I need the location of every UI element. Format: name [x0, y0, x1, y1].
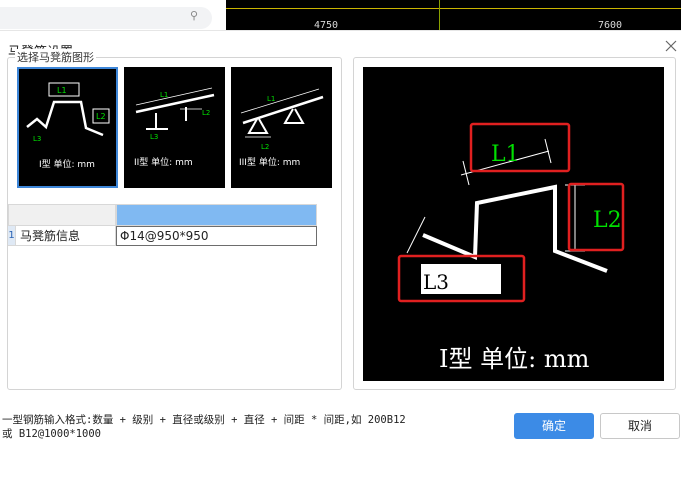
dim-label-l1: L1: [57, 86, 67, 95]
shape-option-type-2[interactable]: L1 L2 L3 II型 单位: mm: [124, 67, 225, 188]
cancel-button[interactable]: 取消: [600, 413, 680, 439]
dim-label-l2: L2: [261, 143, 269, 151]
dim-label-l1: L1: [267, 95, 275, 103]
shape-caption: I型 单位: mm: [39, 158, 95, 170]
dim-label-l2: L2: [202, 109, 210, 117]
close-icon[interactable]: [664, 39, 678, 53]
cad-line: [439, 0, 440, 30]
stirrup-info-input[interactable]: Φ14@950*950: [116, 226, 317, 246]
type-2-drawing: L1 L2 L3 II型 单位: mm: [134, 87, 215, 168]
search-icon: ⚲: [190, 9, 199, 22]
property-grid: 1 马凳筋信息 Φ14@950*950: [8, 204, 342, 390]
format-hint: 一型钢筋输入格式:数量 + 级别 + 直径或级别 + 直径 + 间距 * 间距,…: [2, 413, 502, 441]
row-number: 1: [8, 226, 15, 246]
preview-caption: I型 单位: mm: [439, 345, 590, 373]
dim-label-l1: L1: [160, 91, 168, 99]
preview-label-l2: L2: [593, 208, 622, 233]
row-label: 马凳筋信息: [15, 226, 116, 246]
dim-label-l2: L2: [96, 112, 106, 121]
shape-option-type-3[interactable]: L1 L2 III型 单位: mm: [231, 67, 332, 188]
type-1-drawing: L1 L2 L3 I型 单位: mm: [26, 82, 110, 170]
shape-group-title: 选择马凳筋图形: [15, 49, 96, 65]
dim-label-l3: L3: [150, 133, 158, 141]
preview-label-l3: L3: [423, 270, 449, 294]
cad-line: [226, 8, 681, 9]
shape-preview: L1 L2 L3 I型 单位: mm: [363, 67, 664, 381]
shape-caption: II型 单位: mm: [134, 156, 193, 168]
background-cad-canvas: 4750 7600: [226, 0, 681, 30]
preview-label-l1: L1: [491, 142, 520, 167]
format-hint-line1: 一型钢筋输入格式:数量 + 级别 + 直径或级别 + 直径 + 间距 * 间距,…: [2, 414, 406, 426]
format-hint-line2: 或 B12@1000*1000: [2, 428, 102, 440]
background-app-strip: ⚲ 4750 7600: [0, 0, 681, 30]
cad-dimension: 7600: [598, 20, 623, 30]
background-search-box: [0, 7, 212, 29]
ok-button[interactable]: 确定: [514, 413, 594, 439]
page: ⚲ 4750 7600 马凳筋设置 选择马凳筋图形 L1 L2 L3 I型 单位…: [0, 0, 681, 491]
shape-option-type-1[interactable]: L1 L2 L3 I型 单位: mm: [17, 67, 118, 188]
preview-drawing: L1 L2 L3 I型 单位: mm: [397, 122, 625, 373]
type-3-drawing: L1 L2 III型 单位: mm: [239, 88, 324, 168]
shape-caption: III型 单位: mm: [239, 156, 300, 168]
grid-header-name: [8, 204, 116, 226]
cad-dimension: 4750: [314, 20, 339, 30]
dim-label-l3: L3: [33, 135, 41, 143]
grid-header-value: [116, 204, 317, 226]
